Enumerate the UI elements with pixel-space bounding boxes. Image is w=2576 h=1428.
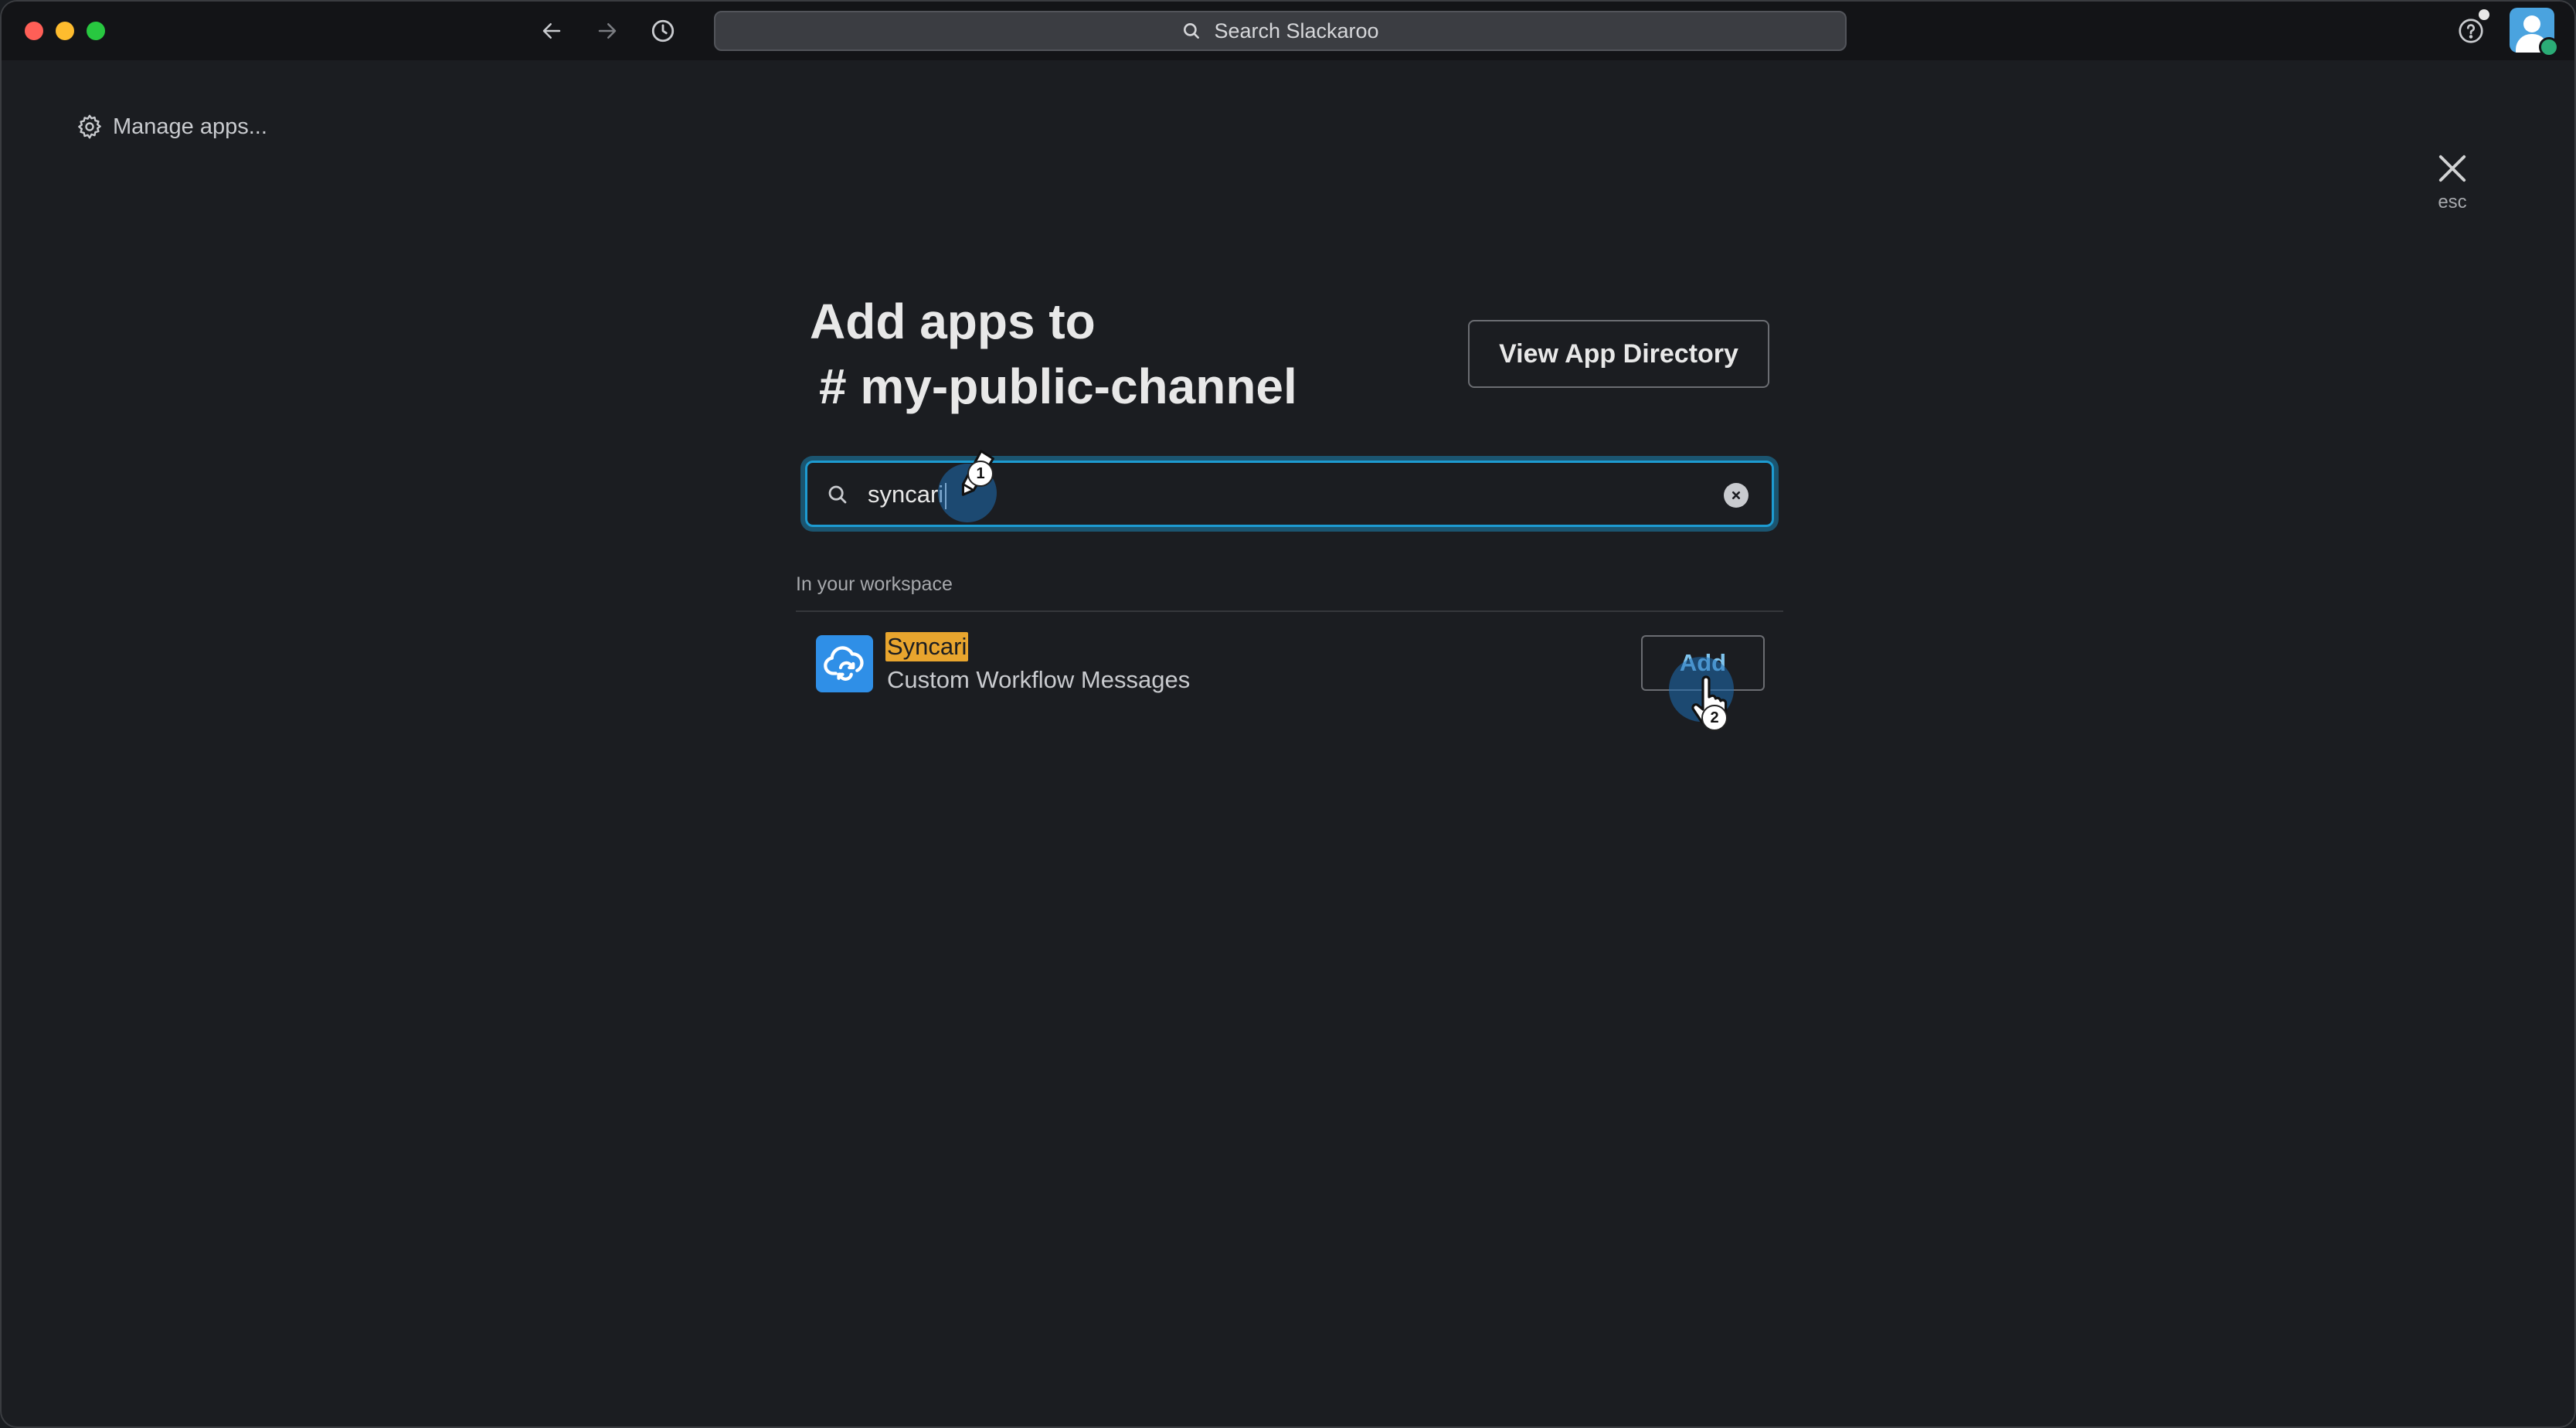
maximize-window-button[interactable] (87, 22, 105, 40)
close-window-button[interactable] (25, 22, 43, 40)
list-item[interactable]: Syncari Custom Workflow Messages Add (796, 620, 1783, 705)
app-window: Search Slackaroo Manage apps... esc Add … (0, 0, 2576, 1428)
back-arrow-icon[interactable] (535, 14, 569, 48)
app-search-input[interactable]: syncari (868, 478, 947, 511)
search-icon (1184, 23, 1200, 39)
gear-icon (78, 114, 101, 139)
presence-status-dot (2539, 37, 2559, 57)
notification-dot (2479, 9, 2489, 20)
channel-name: # my-public-channel (819, 359, 1297, 414)
page-title-line1: Add apps to (810, 294, 1096, 349)
close-icon (2438, 155, 2466, 182)
manage-apps-label: Manage apps... (113, 114, 267, 139)
forward-arrow-icon[interactable] (590, 14, 624, 48)
minimize-window-button[interactable] (56, 22, 74, 40)
section-divider (796, 610, 1783, 612)
search-icon (826, 483, 849, 510)
title-bar: Search Slackaroo (2, 2, 2574, 60)
step-1-number: 1 (967, 461, 994, 487)
section-label: In your workspace (796, 573, 953, 595)
esc-hint: esc (2438, 192, 2467, 212)
app-search-value: syncari (868, 481, 944, 508)
avatar-head-shape (2523, 15, 2540, 32)
app-name-highlight: Syncari (885, 632, 969, 661)
top-search-bar[interactable]: Search Slackaroo (714, 11, 1847, 51)
cloud-sync-icon (816, 635, 873, 692)
close-modal-button[interactable]: esc (2432, 148, 2472, 213)
clear-search-icon[interactable] (1724, 483, 1748, 508)
page-title: Add apps to # my-public-channel (810, 289, 1297, 419)
manage-apps-link[interactable]: Manage apps... (76, 113, 267, 141)
app-description: Custom Workflow Messages (887, 666, 1191, 693)
history-icon[interactable] (646, 14, 680, 48)
app-name: Syncari (887, 633, 967, 660)
top-search-placeholder: Search Slackaroo (1214, 19, 1379, 42)
help-icon[interactable] (2455, 15, 2486, 46)
view-app-directory-button[interactable]: View App Directory (1468, 320, 1769, 388)
step-2-number: 2 (1701, 705, 1728, 731)
